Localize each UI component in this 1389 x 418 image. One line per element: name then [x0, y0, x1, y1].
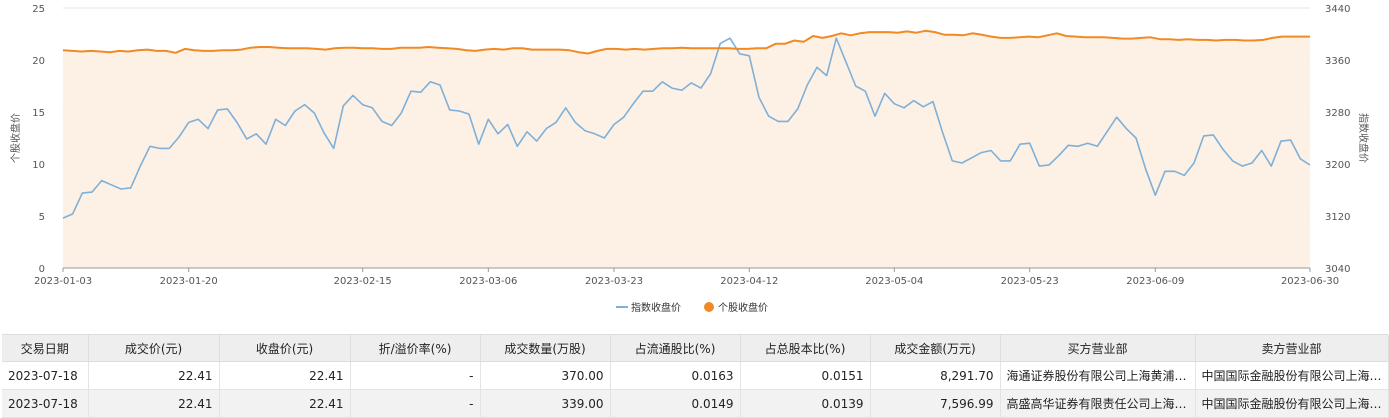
- line-chart: 0 5 10 15 20 25 3040 3120 3200 3280 3360 3440 2023-0…: [9, 4, 1370, 314]
- cell-deal-price: 22.41: [88, 361, 220, 390]
- table-row[interactable]: 2023-07-18 22.41 22.41 - 370.00 0.0163 0…: [2, 361, 1389, 390]
- chart-legend: 指数收盘价 个股收盘价: [616, 301, 768, 314]
- cell-volume: 370.00: [480, 361, 611, 390]
- right-tick-label: 3120: [1325, 212, 1350, 223]
- left-tick-label: 0: [39, 264, 45, 275]
- header-amount[interactable]: 成交金额(万元): [870, 335, 1001, 362]
- left-tick-label: 25: [32, 4, 45, 15]
- right-tick-label: 3040: [1325, 264, 1350, 275]
- left-tick-label: 20: [32, 56, 45, 67]
- x-tick-label: 2023-06-09: [1126, 276, 1184, 287]
- cell-close-price: 22.41: [219, 361, 351, 390]
- header-total-share-ratio[interactable]: 占总股本比(%): [740, 335, 871, 362]
- cell-deal-price: 22.41: [88, 389, 220, 418]
- x-tick-label: 2023-01-20: [160, 276, 218, 287]
- x-tick-label: 2023-05-04: [865, 276, 923, 287]
- cell-premium-rate: -: [350, 389, 481, 418]
- cell-close-price: 22.41: [219, 389, 351, 418]
- cell-float-share-ratio: 0.0163: [610, 361, 741, 390]
- cell-premium-rate: -: [350, 361, 481, 390]
- header-trade-date[interactable]: 交易日期: [2, 335, 89, 362]
- header-deal-price[interactable]: 成交价(元): [88, 335, 220, 362]
- x-tick-label: 2023-04-12: [720, 276, 778, 287]
- stock-close-area-layer: [63, 30, 1310, 268]
- cell-amount: 8,291.70: [870, 361, 1001, 390]
- stock-close-area: [63, 30, 1310, 268]
- cell-seller-branch: 中国国际金融股份有限公司上海…: [1195, 361, 1389, 390]
- block-trade-table-container: 交易日期 成交价(元) 收盘价(元) 折/溢价率(%) 成交数量(万股) 占流通…: [2, 334, 1389, 418]
- cell-amount: 7,596.99: [870, 389, 1001, 418]
- right-tick-label: 3200: [1325, 160, 1350, 171]
- legend-dot-swatch: [704, 302, 714, 312]
- right-tick-label: 3360: [1325, 56, 1350, 67]
- x-tick-label: 2023-05-23: [1001, 276, 1059, 287]
- legend-item-index-close[interactable]: 指数收盘价: [616, 301, 681, 314]
- table-header-row: 交易日期 成交价(元) 收盘价(元) 折/溢价率(%) 成交数量(万股) 占流通…: [2, 335, 1389, 362]
- header-buyer-branch[interactable]: 买方营业部: [1000, 335, 1196, 362]
- left-axis-title: 个股收盘价: [9, 113, 22, 163]
- header-seller-branch[interactable]: 卖方营业部: [1195, 335, 1389, 362]
- block-trade-table: 交易日期 成交价(元) 收盘价(元) 折/溢价率(%) 成交数量(万股) 占流通…: [2, 335, 1389, 418]
- legend-label-index-close: 指数收盘价: [631, 301, 681, 314]
- header-premium-rate[interactable]: 折/溢价率(%): [350, 335, 481, 362]
- x-tick-label: 2023-06-30: [1281, 276, 1339, 287]
- header-close-price[interactable]: 收盘价(元): [219, 335, 351, 362]
- cell-trade-date: 2023-07-18: [2, 361, 89, 390]
- right-tick-label: 3280: [1325, 108, 1350, 119]
- right-axis-title: 指数收盘价: [1357, 113, 1370, 163]
- table-row[interactable]: 2023-07-18 22.41 22.41 - 339.00 0.0149 0…: [2, 389, 1389, 418]
- x-tick-label: 2023-02-15: [334, 276, 392, 287]
- x-tick-label: 2023-01-03: [34, 276, 92, 287]
- header-volume[interactable]: 成交数量(万股): [480, 335, 611, 362]
- x-tick-label: 2023-03-06: [459, 276, 517, 287]
- right-tick-label: 3440: [1325, 4, 1350, 15]
- header-float-share-ratio[interactable]: 占流通股比(%): [610, 335, 741, 362]
- cell-float-share-ratio: 0.0149: [610, 389, 741, 418]
- cell-volume: 339.00: [480, 389, 611, 418]
- cell-total-share-ratio: 0.0139: [740, 389, 871, 418]
- left-tick-label: 5: [39, 212, 45, 223]
- x-tick-label: 2023-03-23: [585, 276, 643, 287]
- cell-buyer-branch: 高盛高华证券有限责任公司上海浦…: [1000, 389, 1196, 418]
- cell-buyer-branch: 海通证券股份有限公司上海黄浦区…: [1000, 361, 1196, 390]
- left-tick-label: 15: [32, 108, 45, 119]
- cell-seller-branch: 中国国际金融股份有限公司上海…: [1195, 389, 1389, 418]
- legend-label-stock-close: 个股收盘价: [718, 301, 768, 314]
- legend-item-stock-close[interactable]: 个股收盘价: [704, 301, 768, 314]
- left-tick-label: 10: [32, 160, 45, 171]
- cell-trade-date: 2023-07-18: [2, 389, 89, 418]
- cell-total-share-ratio: 0.0151: [740, 361, 871, 390]
